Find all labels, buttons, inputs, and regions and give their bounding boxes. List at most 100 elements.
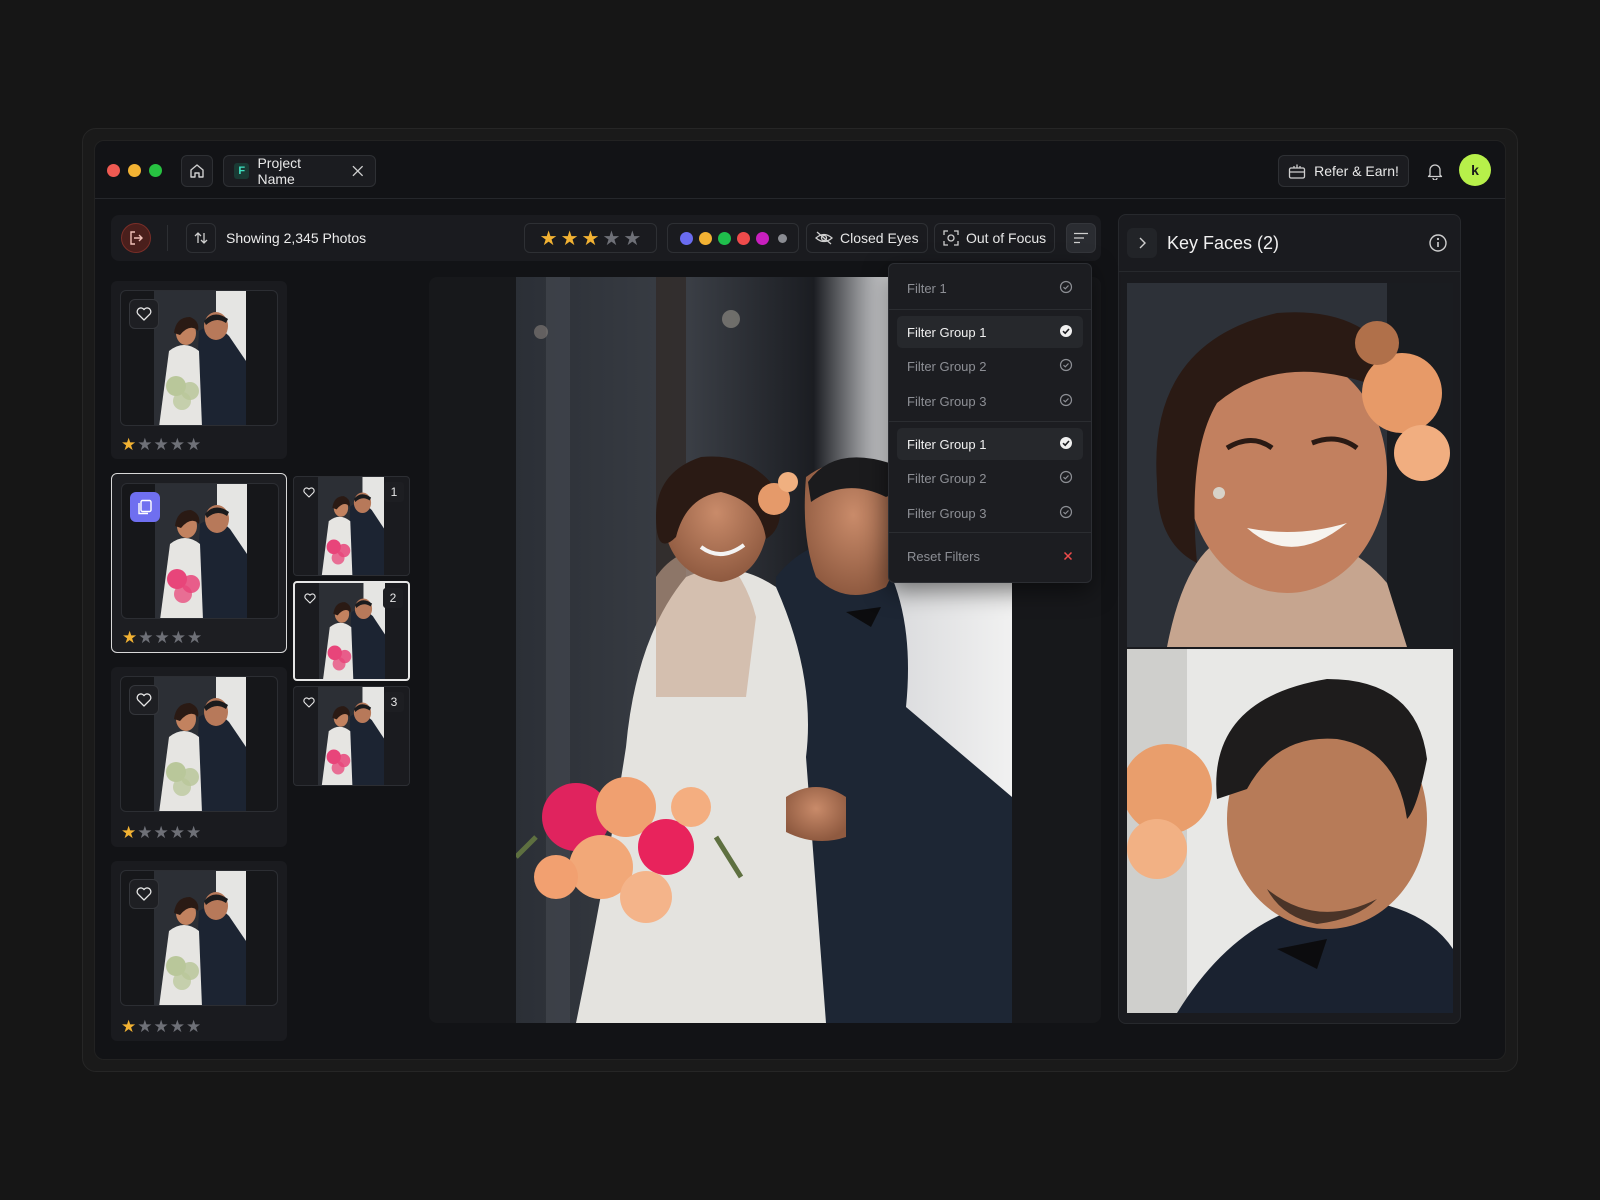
exit-button[interactable] bbox=[121, 223, 151, 253]
user-avatar[interactable]: k bbox=[1459, 154, 1491, 186]
rating-star[interactable]: ★ bbox=[186, 1017, 202, 1036]
color-label-dot[interactable] bbox=[777, 233, 787, 243]
refer-earn-button[interactable]: Refer & Earn! bbox=[1278, 155, 1409, 187]
check-filled-icon bbox=[1059, 436, 1073, 453]
photo-rating[interactable]: ★★★★★ bbox=[122, 628, 203, 648]
rating-star[interactable]: ★ bbox=[170, 435, 186, 454]
app-window: F Project Name Refer & Earn! k Showing 2… bbox=[94, 140, 1506, 1060]
stack-item[interactable]: 1 bbox=[293, 476, 410, 576]
rating-star[interactable]: ★ bbox=[137, 823, 153, 842]
color-label-dot[interactable] bbox=[717, 231, 731, 245]
minimize-window-button[interactable] bbox=[128, 164, 141, 177]
stack-favorite-button[interactable] bbox=[299, 692, 319, 712]
close-window-button[interactable] bbox=[107, 164, 120, 177]
photo-count-label: Showing 2,345 Photos bbox=[226, 230, 367, 246]
key-faces-title: Key Faces (2) bbox=[1167, 233, 1280, 253]
key-face-groom[interactable] bbox=[1127, 649, 1453, 1013]
closed-eyes-filter[interactable]: Closed Eyes bbox=[806, 223, 928, 253]
exit-icon bbox=[130, 231, 143, 245]
photo-thumbnail bbox=[155, 484, 247, 618]
rating-star[interactable]: ★ bbox=[582, 226, 600, 251]
bride-face-image bbox=[1127, 283, 1453, 647]
check-outline-icon bbox=[1059, 393, 1073, 410]
filter-menu-button[interactable] bbox=[1066, 223, 1096, 253]
eye-off-icon bbox=[815, 231, 833, 245]
photo-rating[interactable]: ★★★★★ bbox=[121, 435, 202, 455]
stack-thumbnail bbox=[318, 477, 384, 575]
rating-star[interactable]: ★ bbox=[540, 226, 558, 251]
photo-rating[interactable]: ★★★★★ bbox=[121, 1017, 202, 1037]
stack-thumbnail bbox=[318, 687, 384, 785]
rating-star[interactable]: ★ bbox=[623, 226, 641, 251]
rating-star[interactable]: ★ bbox=[122, 628, 138, 647]
refer-earn-label: Refer & Earn! bbox=[1314, 163, 1399, 179]
color-label-dot[interactable] bbox=[679, 231, 693, 245]
rating-star[interactable]: ★ bbox=[155, 628, 171, 647]
info-icon[interactable] bbox=[1428, 233, 1448, 253]
rating-star[interactable]: ★ bbox=[137, 1017, 153, 1036]
heart-icon bbox=[303, 696, 315, 708]
rating-star[interactable]: ★ bbox=[602, 226, 620, 251]
rating-star[interactable]: ★ bbox=[170, 823, 186, 842]
rating-star[interactable]: ★ bbox=[138, 628, 154, 647]
filter-option[interactable]: Filter Group 2 bbox=[897, 462, 1083, 494]
rating-star[interactable]: ★ bbox=[121, 435, 137, 454]
filter-option[interactable]: Filter Group 3 bbox=[897, 497, 1083, 529]
stack-button[interactable] bbox=[130, 492, 160, 522]
filter-option[interactable]: Filter 1 bbox=[897, 272, 1083, 304]
check-outline-icon bbox=[1059, 470, 1073, 487]
color-label-dot[interactable] bbox=[755, 231, 769, 245]
color-label-filter[interactable] bbox=[667, 223, 799, 253]
rating-star[interactable]: ★ bbox=[186, 823, 202, 842]
maximize-window-button[interactable] bbox=[149, 164, 162, 177]
key-face-bride[interactable] bbox=[1127, 283, 1453, 647]
dropdown-divider bbox=[889, 421, 1091, 422]
photo-card[interactable]: ★★★★★ bbox=[111, 667, 287, 847]
photo-rating[interactable]: ★★★★★ bbox=[121, 823, 202, 843]
rating-star[interactable]: ★ bbox=[170, 1017, 186, 1036]
rating-star[interactable]: ★ bbox=[121, 823, 137, 842]
filter-option[interactable]: Filter Group 3 bbox=[897, 385, 1083, 417]
photo-card[interactable]: ★★★★★ bbox=[111, 281, 287, 459]
rating-star[interactable]: ★ bbox=[171, 628, 187, 647]
rating-star[interactable]: ★ bbox=[154, 435, 170, 454]
rating-filter[interactable]: ★ ★ ★ ★ ★ bbox=[524, 223, 657, 253]
project-tab[interactable]: F Project Name bbox=[223, 155, 376, 187]
rating-star[interactable]: ★ bbox=[187, 628, 203, 647]
notifications-button[interactable] bbox=[1421, 157, 1449, 185]
filter-option[interactable]: Filter Group 2 bbox=[897, 350, 1083, 382]
stack-item[interactable]: 2 bbox=[293, 581, 410, 681]
favorite-button[interactable] bbox=[129, 685, 159, 715]
rating-star[interactable]: ★ bbox=[561, 226, 579, 251]
home-button[interactable] bbox=[181, 155, 213, 187]
stack-item[interactable]: 3 bbox=[293, 686, 410, 786]
check-outline-icon bbox=[1059, 505, 1073, 522]
stack-favorite-button[interactable] bbox=[300, 588, 320, 608]
sort-button[interactable] bbox=[186, 223, 216, 253]
rating-star[interactable]: ★ bbox=[121, 1017, 137, 1036]
project-tab-label: Project Name bbox=[257, 155, 302, 187]
color-label-dot[interactable] bbox=[736, 231, 750, 245]
color-label-dot[interactable] bbox=[698, 231, 712, 245]
photo-card-stack[interactable]: ★★★★★ bbox=[111, 473, 287, 653]
stack-favorite-button[interactable] bbox=[299, 482, 319, 502]
favorite-button[interactable] bbox=[129, 879, 159, 909]
reset-filters-button[interactable]: Reset Filters bbox=[897, 540, 1083, 572]
close-tab-icon[interactable] bbox=[351, 164, 365, 178]
photo-thumbnail-frame bbox=[120, 290, 278, 426]
filter-option[interactable]: Filter Group 1 bbox=[897, 428, 1083, 460]
collapse-panel-button[interactable] bbox=[1127, 228, 1157, 258]
favorite-button[interactable] bbox=[129, 299, 159, 329]
filter-option[interactable]: Filter Group 1 bbox=[897, 316, 1083, 348]
photo-card[interactable]: ★★★★★ bbox=[111, 861, 287, 1041]
photo-thumbnail bbox=[154, 291, 246, 425]
title-bar: F Project Name Refer & Earn! k bbox=[95, 141, 1505, 199]
rating-star[interactable]: ★ bbox=[186, 435, 202, 454]
rating-star[interactable]: ★ bbox=[154, 1017, 170, 1036]
dropdown-divider bbox=[889, 532, 1091, 533]
rating-star[interactable]: ★ bbox=[154, 823, 170, 842]
heart-icon bbox=[304, 592, 316, 604]
rating-star[interactable]: ★ bbox=[137, 435, 153, 454]
filter-option-label: Filter Group 2 bbox=[907, 470, 987, 486]
out-of-focus-filter[interactable]: Out of Focus bbox=[934, 223, 1056, 253]
